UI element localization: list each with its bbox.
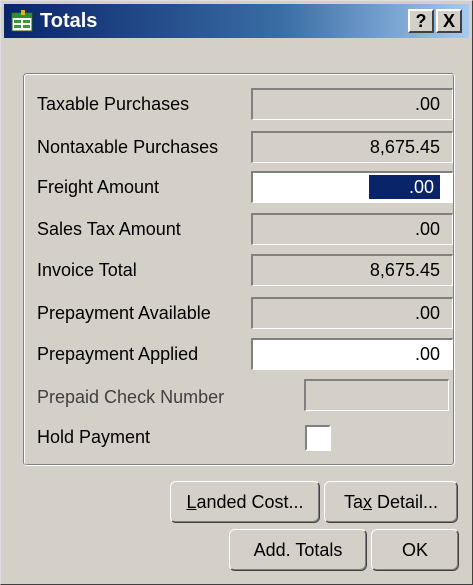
sales-tax-amount-field: .00 [251,213,453,245]
freight-amount-selected-text: .00 [368,175,440,199]
nontaxable-purchases-label: Nontaxable Purchases [37,137,219,157]
hold-payment-checkbox[interactable] [305,425,331,451]
prepaid-check-number-field [304,379,449,411]
invoice-total-field: 8,675.45 [251,254,453,286]
window-title: Totals [40,10,98,32]
close-button[interactable]: X [436,9,462,33]
hold-payment-label: Hold Payment [37,427,151,447]
title-bar[interactable]: Totals ? X [4,4,469,38]
nontaxable-purchases-field: 8,675.45 [251,131,453,163]
sales-tax-amount-label: Sales Tax Amount [37,219,181,239]
landed-cost-button[interactable]: Landed Cost... [170,481,320,523]
tax-detail-button[interactable]: Tax Detail... [324,481,458,523]
freight-amount-input[interactable]: .00 [251,171,453,203]
totals-app-icon [11,10,33,32]
ok-button[interactable]: OK [371,529,459,571]
prepaid-check-number-label: Prepaid Check Number [37,387,225,407]
help-button[interactable]: ? [408,9,434,33]
prepayment-available-label: Prepayment Available [37,303,211,323]
prepayment-applied-input[interactable]: .00 [251,338,453,370]
prepayment-available-field: .00 [251,297,453,329]
invoice-total-label: Invoice Total [37,260,137,280]
totals-window: Totals ? X Taxable Purchases .00 Nontaxa… [0,0,473,585]
freight-amount-label: Freight Amount [37,177,160,197]
add-totals-button[interactable]: Add. Totals [229,529,367,571]
taxable-purchases-label: Taxable Purchases [37,94,190,114]
prepayment-applied-label: Prepayment Applied [37,344,199,364]
taxable-purchases-field: .00 [251,88,453,120]
